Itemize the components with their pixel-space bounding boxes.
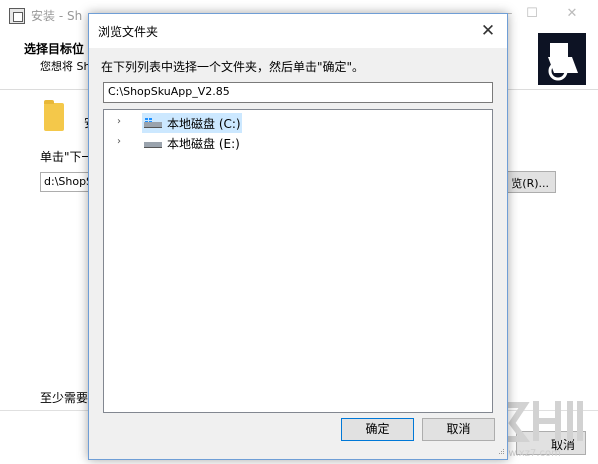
- expand-chevron-icon[interactable]: ›: [114, 136, 124, 147]
- folder-tree[interactable]: › 本地磁盘 (C:) › 本地磁盘 (E:): [103, 109, 493, 413]
- tree-item-drive-e[interactable]: › 本地磁盘 (E:): [104, 133, 492, 153]
- dialog-titlebar: 浏览文件夹 ✕: [89, 14, 507, 48]
- ok-button[interactable]: 确定: [341, 418, 414, 441]
- tree-item-drive-c[interactable]: › 本地磁盘 (C:): [104, 113, 492, 133]
- drive-icon: [144, 138, 162, 148]
- installer-heading: 选择目标位: [24, 42, 85, 56]
- installer-subheading: 您想将 Sh: [40, 60, 91, 73]
- installer-title: 安装 - Sh: [31, 9, 83, 23]
- browse-folder-dialog: 浏览文件夹 ✕ 在下列列表中选择一个文件夹，然后单击"确定"。 C:\ShopS…: [88, 13, 508, 460]
- tree-item-label: 本地磁盘 (C:): [167, 117, 241, 131]
- installer-logo: [538, 33, 586, 85]
- cancel-button[interactable]: 取消: [422, 418, 495, 441]
- resize-grip-icon[interactable]: [495, 447, 505, 457]
- installer-instruction: 单击"下一: [40, 150, 94, 164]
- dialog-title: 浏览文件夹: [98, 25, 159, 39]
- maximize-button[interactable]: ☐: [520, 4, 544, 24]
- installer-close-button[interactable]: ✕: [560, 4, 584, 24]
- dialog-close-button[interactable]: ✕: [477, 20, 499, 42]
- folder-icon: [44, 100, 64, 131]
- expand-chevron-icon[interactable]: ›: [114, 116, 124, 127]
- dialog-path-input[interactable]: C:\ShopSkuApp_V2.85: [103, 82, 493, 103]
- tree-item-label: 本地磁盘 (E:): [167, 137, 240, 151]
- system-drive-icon: [144, 118, 162, 128]
- installer-space-text: 至少需要: [40, 391, 89, 405]
- dialog-prompt: 在下列列表中选择一个文件夹，然后单击"确定"。: [101, 60, 365, 74]
- installer-app-icon: [9, 8, 25, 24]
